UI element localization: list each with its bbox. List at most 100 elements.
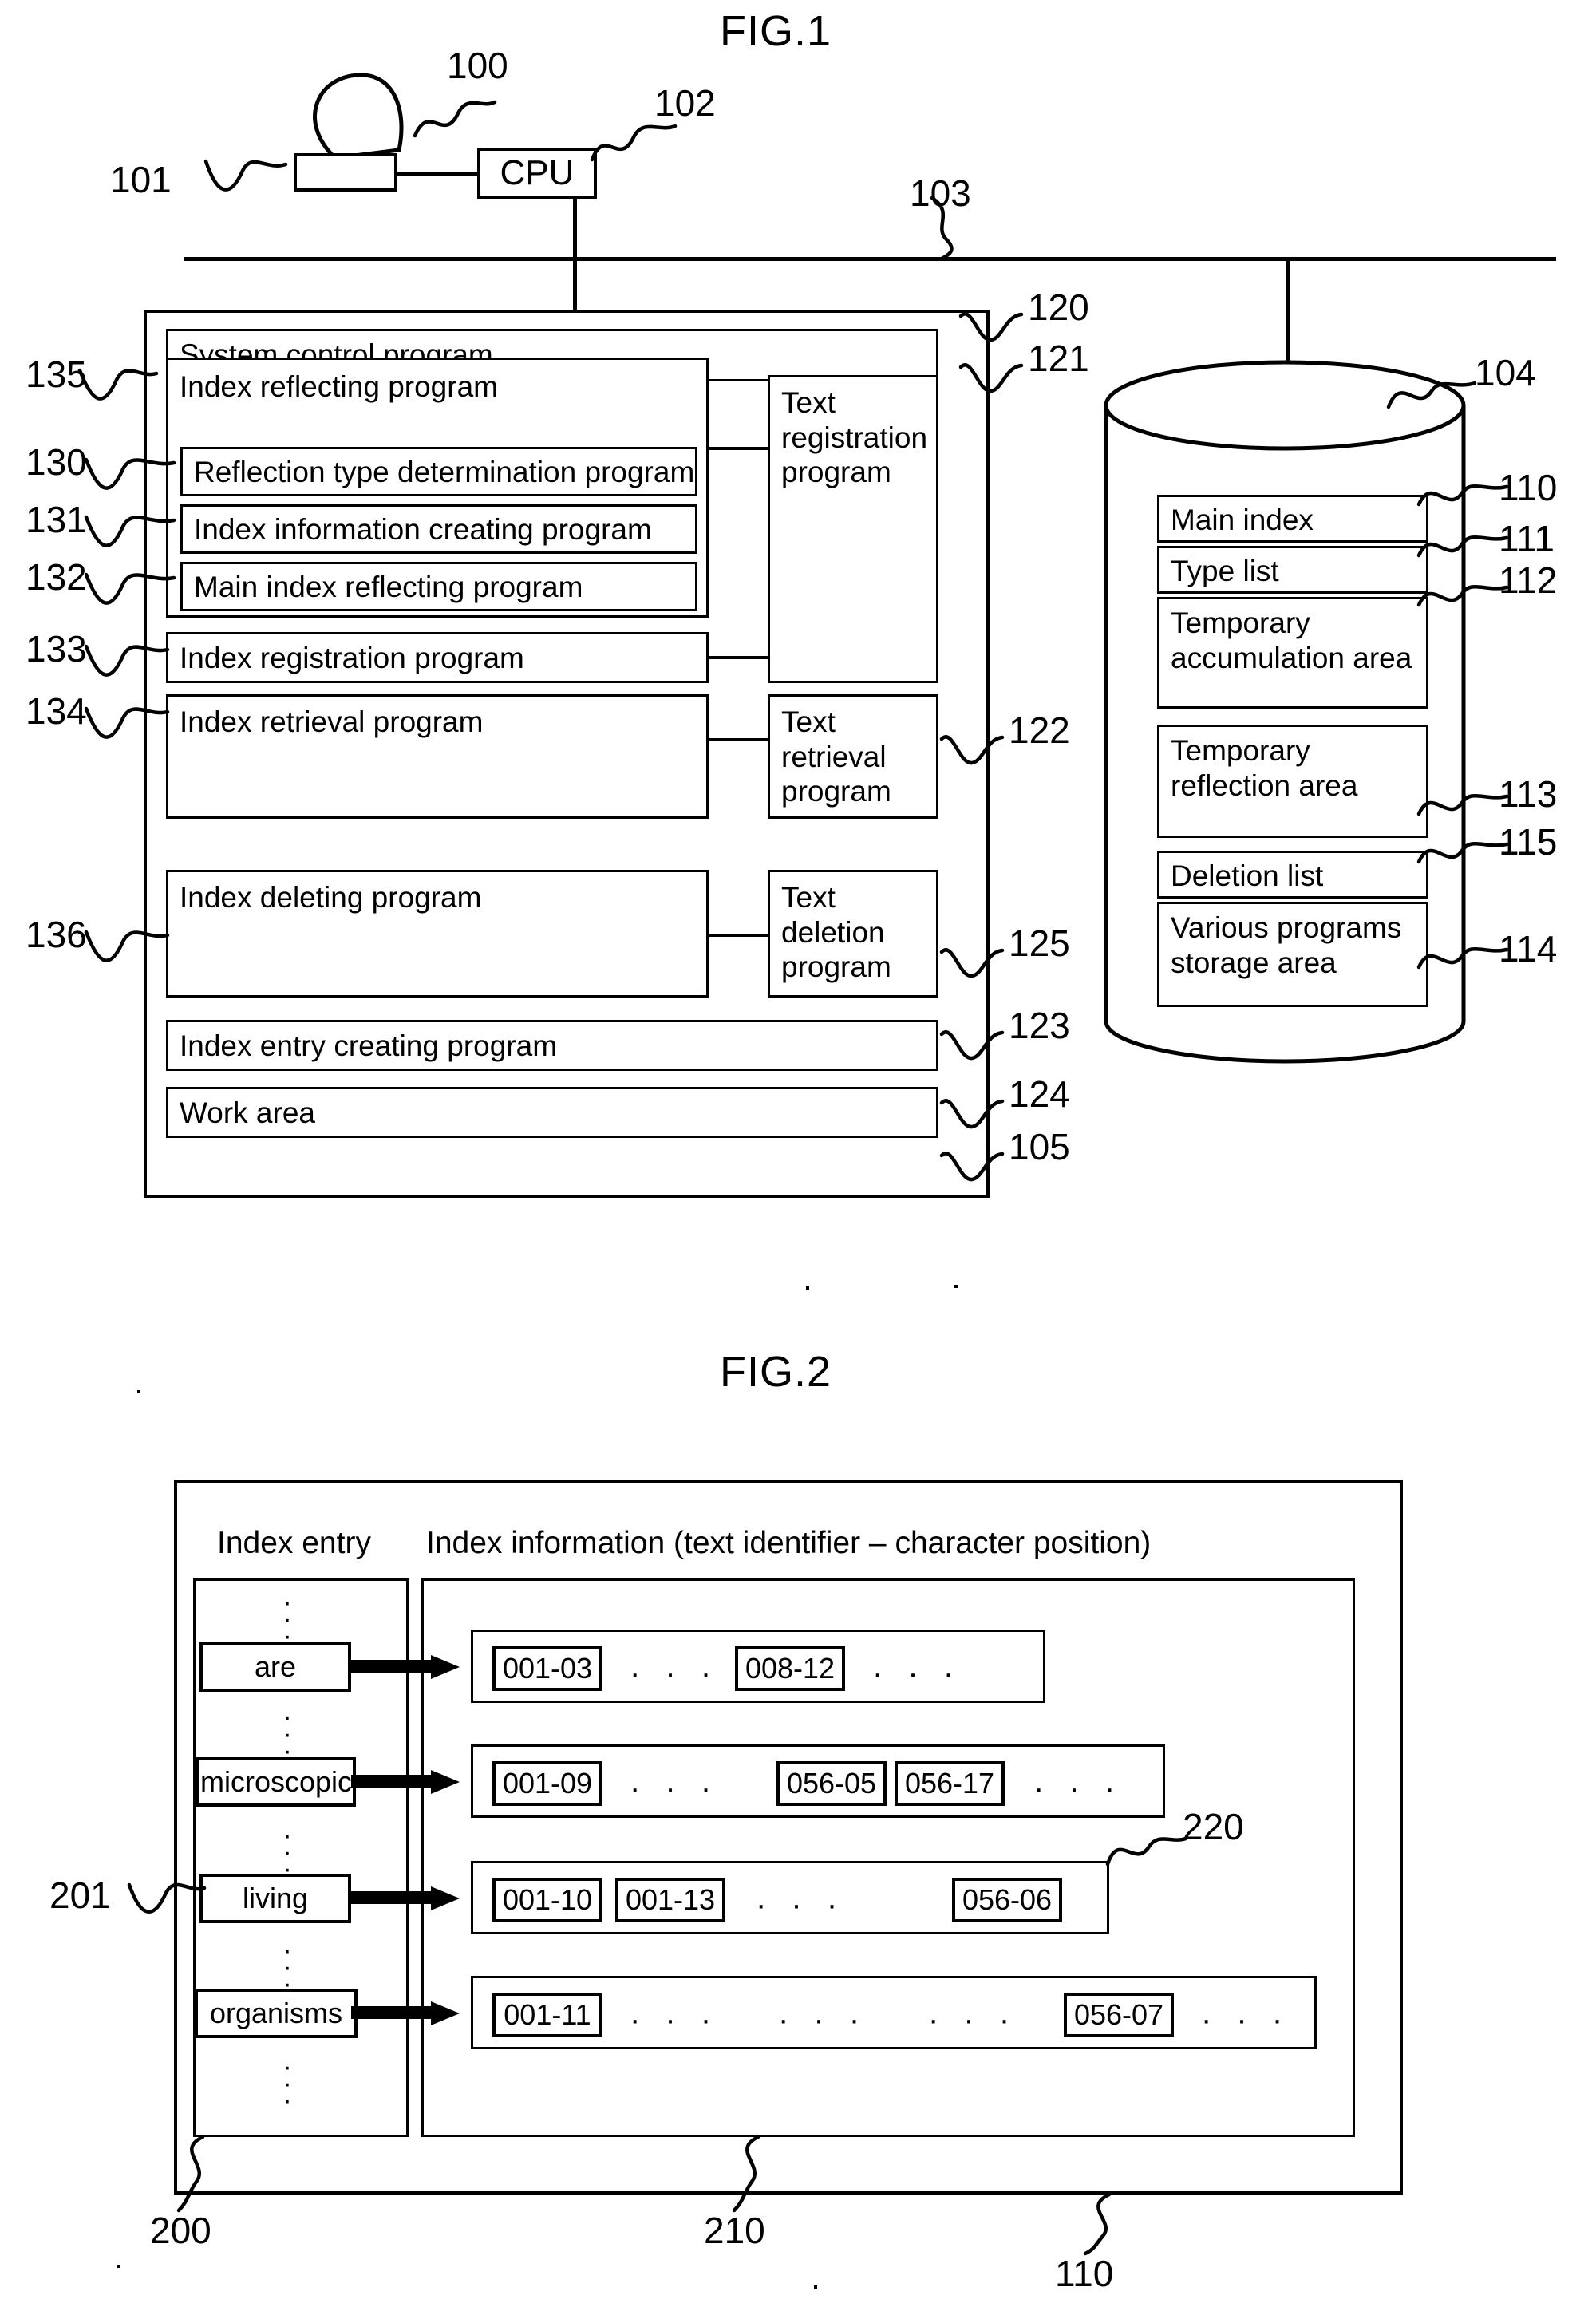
leader-101 xyxy=(203,159,288,192)
leader-136 xyxy=(84,930,170,962)
block-text-retrieval-program: Text retrieval program xyxy=(768,694,938,819)
block-deletion-list: Deletion list xyxy=(1157,851,1428,899)
info-cell: 056-17 xyxy=(895,1761,1005,1806)
leader-121 xyxy=(958,363,1024,393)
refnum-123: 123 xyxy=(1009,1005,1070,1046)
refnum-201: 201 xyxy=(49,1875,111,1916)
info-cell: 001-09 xyxy=(492,1761,602,1806)
entry-box-living: living xyxy=(200,1874,351,1923)
info-cell: 001-10 xyxy=(492,1878,602,1922)
label-index-information-creating-program: Index information creating program xyxy=(194,513,652,546)
block-type-list: Type list xyxy=(1157,546,1428,594)
arrow-to-row-2 xyxy=(351,1770,460,1794)
label-index-entry-creating-program: Index entry creating program xyxy=(180,1029,558,1062)
leader-125 xyxy=(939,948,1005,978)
leader-130 xyxy=(84,457,176,490)
cable-base-to-cpu xyxy=(397,172,477,176)
entry-box-are: are xyxy=(200,1642,351,1692)
label-text-deletion-program: Text deletion program xyxy=(781,881,891,984)
leader-112 xyxy=(1416,584,1509,607)
vertical-ellipsis: · · · xyxy=(282,1587,292,1652)
refnum-136: 136 xyxy=(26,914,87,955)
refnum-102: 102 xyxy=(654,82,716,124)
cpu-label: CPU xyxy=(500,153,575,192)
label-main-index-reflecting-program: Main index reflecting program xyxy=(194,571,583,603)
info-cell: 001-03 xyxy=(492,1646,602,1691)
leader-120 xyxy=(958,312,1024,342)
refnum-110-fig2: 110 xyxy=(1055,2253,1114,2294)
system-bus xyxy=(184,257,1556,261)
info-row-1: 001-03 · · · 008-12 · · · xyxy=(471,1630,1045,1703)
leader-111 xyxy=(1416,535,1509,558)
leader-135 xyxy=(77,368,159,401)
connector-deleting-to-textdel xyxy=(709,934,769,937)
scan-speck xyxy=(117,2265,120,2268)
refnum-113: 113 xyxy=(1499,773,1558,815)
leader-220 xyxy=(1105,1836,1188,1867)
info-cell: · · · xyxy=(630,2002,720,2037)
label-temporary-reflection-area: Temporary reflection area xyxy=(1171,734,1358,802)
refnum-124: 124 xyxy=(1009,1073,1070,1115)
entry-label-are: are xyxy=(254,1650,297,1683)
label-index-deleting-program: Index deleting program xyxy=(180,881,482,914)
refnum-115: 115 xyxy=(1499,821,1558,863)
block-index-entry-creating-program: Index entry creating program xyxy=(166,1020,938,1071)
leader-124 xyxy=(939,1099,1005,1129)
label-index-reflecting-program: Index reflecting program xyxy=(180,370,498,403)
refnum-120: 120 xyxy=(1028,286,1089,328)
entry-label-microscopic: microscopic xyxy=(200,1765,353,1798)
refnum-135: 135 xyxy=(26,354,87,395)
fig1-title: FIG.1 xyxy=(720,7,832,55)
label-index-retrieval-program: Index retrieval program xyxy=(180,705,484,738)
label-main-index: Main index xyxy=(1171,504,1314,536)
vertical-ellipsis: · · · xyxy=(282,1702,292,1767)
refnum-125: 125 xyxy=(1009,922,1070,964)
arrow-to-row-3 xyxy=(351,1886,460,1910)
leader-201 xyxy=(127,1882,207,1914)
leader-100 xyxy=(413,100,497,138)
scan-speck xyxy=(806,1286,809,1290)
info-cell: 056-07 xyxy=(1064,1993,1174,2037)
label-temporary-accumulation-area: Temporary accumulation area xyxy=(1171,606,1412,674)
refnum-114: 114 xyxy=(1499,928,1558,970)
block-index-deleting-program: Index deleting program xyxy=(166,870,709,998)
scan-speck xyxy=(954,1285,958,1288)
info-cell: 056-06 xyxy=(952,1878,1062,1922)
label-reflection-type-determination-program: Reflection type determination program xyxy=(194,456,695,488)
refnum-122: 122 xyxy=(1009,709,1070,751)
leader-123 xyxy=(939,1030,1005,1061)
bus-to-memory-stem xyxy=(573,257,577,311)
refnum-103: 103 xyxy=(910,172,971,214)
refnum-112: 112 xyxy=(1499,559,1558,601)
refnum-105: 105 xyxy=(1009,1126,1070,1167)
info-cell: · · · xyxy=(1033,1771,1124,1806)
cpu-bus-stem xyxy=(573,199,577,259)
leader-134 xyxy=(84,706,170,739)
block-work-area: Work area xyxy=(166,1087,938,1138)
vertical-ellipsis: · · · xyxy=(282,1820,292,1885)
label-text-retrieval-program: Text retrieval program xyxy=(781,705,891,808)
label-deletion-list: Deletion list xyxy=(1171,859,1324,892)
label-text-registration-program: Text registration program xyxy=(781,386,928,489)
refnum-131: 131 xyxy=(26,499,87,540)
block-index-information-creating-program: Index information creating program xyxy=(180,504,697,554)
info-row-2: 001-09 · · · 056-05 056-17 · · · xyxy=(471,1744,1165,1818)
refnum-100: 100 xyxy=(447,45,508,86)
patent-figure-sheet: FIG.1 CPU 100 101 102 103 System control… xyxy=(0,0,1596,2315)
refnum-130: 130 xyxy=(26,441,87,483)
block-main-index: Main index xyxy=(1157,495,1428,543)
fig2-title: FIG.2 xyxy=(720,1348,832,1396)
leader-110 xyxy=(1416,484,1509,507)
scan-speck xyxy=(814,2285,817,2289)
connector-retrieval-to-textret xyxy=(709,738,769,741)
label-type-list: Type list xyxy=(1171,555,1279,587)
leader-114 xyxy=(1416,946,1509,970)
entry-label-organisms: organisms xyxy=(209,1997,343,2029)
scan-speck xyxy=(137,1390,140,1393)
info-cell: 001-13 xyxy=(615,1878,725,1922)
block-various-programs-storage-area: Various programs storage area xyxy=(1157,902,1428,1007)
block-main-index-reflecting-program: Main index reflecting program xyxy=(180,562,697,611)
connector-reflecting-to-textreg xyxy=(709,447,769,450)
leader-115 xyxy=(1416,841,1509,864)
leader-200 xyxy=(176,2135,205,2213)
